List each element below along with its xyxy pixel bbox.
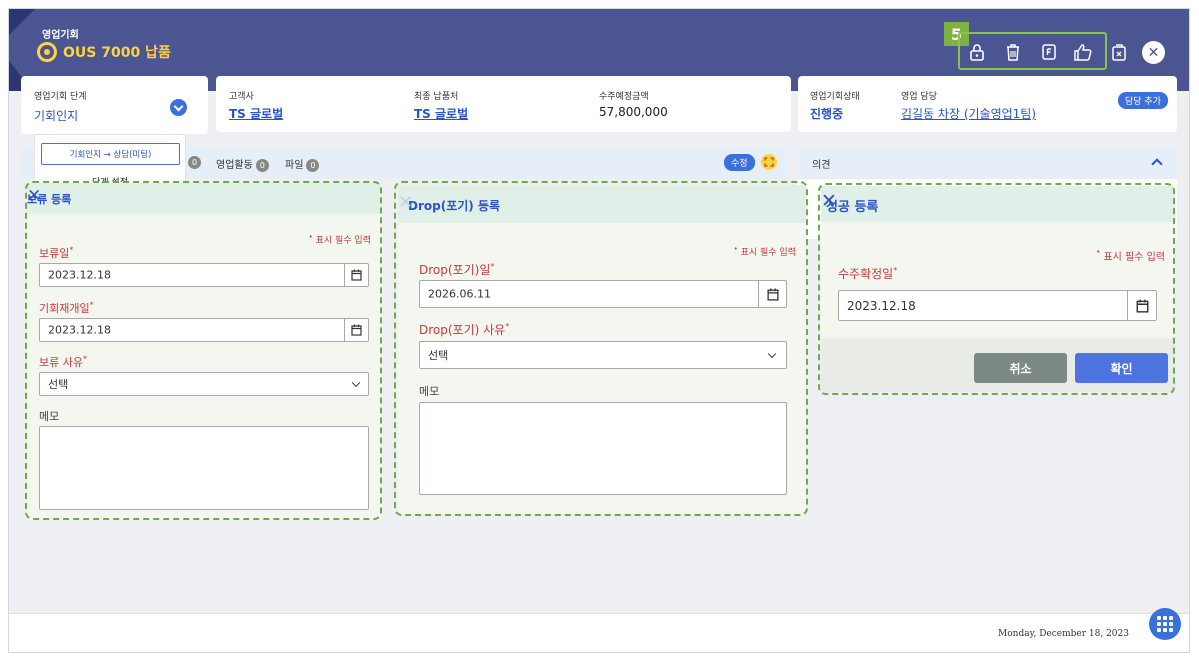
close-icon[interactable]: ✕ (1142, 41, 1165, 64)
hold-memo-textarea[interactable] (39, 426, 369, 510)
f-document-icon[interactable] (1039, 42, 1059, 62)
calendar-icon[interactable] (344, 264, 368, 286)
required-note: • 표시 필수 입력 (1096, 248, 1165, 263)
confirm-date-field[interactable]: 2023.12.18 (838, 290, 1157, 321)
tab-file[interactable]: 파일 0 (285, 156, 320, 172)
footer-bar: Monday, December 18, 2023 (9, 613, 1189, 652)
memo-label: 메모 (419, 385, 440, 398)
tab-activity-label: 영업활동 (216, 160, 253, 171)
calendar-icon[interactable] (344, 319, 368, 341)
page-title-group: OUS 7000 납품 (37, 42, 171, 62)
drop-date-field[interactable]: 2026.06.11 (419, 280, 787, 308)
expand-icon[interactable] (761, 154, 777, 170)
stage-label: 영업기회 단계 (34, 92, 87, 102)
hold-date-label: 보류일* (39, 245, 74, 260)
opinion-title: 의견 (812, 160, 831, 171)
owner-link[interactable]: 김길동 차장 (기술영업1팀) (901, 105, 1036, 122)
chevron-down-icon[interactable] (170, 99, 187, 116)
status-card: 영업기회상태 진행중 영업 담당 김길동 차장 (기술영업1팀) 담당 추가 (798, 76, 1177, 132)
reopen-date-value: 2023.12.18 (48, 323, 111, 337)
hold-reason-label: 보류 사유* (39, 354, 87, 369)
drop-form-header: Drop(포기) 등록 ✕ (398, 185, 806, 223)
add-owner-button[interactable]: 담당 추가 (1118, 92, 1168, 109)
reopen-date-field[interactable]: 2023.12.18 (39, 318, 369, 342)
status-label: 영업기회상태 (810, 92, 860, 102)
hold-date-field[interactable]: 2023.12.18 (39, 263, 369, 287)
page-title: OUS 7000 납품 (63, 45, 171, 61)
close-icon[interactable]: ✕ (821, 190, 1173, 212)
close-icon[interactable]: ✕ (398, 192, 800, 213)
final-customer-link[interactable]: TS 글로벌 (414, 105, 468, 122)
stage-card: 영업기회 단계 기회인지 (21, 76, 208, 134)
amount-label: 수주예정금액 (599, 92, 649, 102)
drop-reason-label: Drop(포기) 사유* (419, 322, 510, 337)
tab-count: 0 (188, 156, 201, 169)
hold-date-value: 2023.12.18 (48, 268, 111, 282)
chevron-down-icon (767, 349, 777, 359)
edit-button[interactable]: 수정 (724, 154, 755, 171)
customer-link[interactable]: TS 글로벌 (229, 105, 283, 122)
chevron-down-icon (351, 378, 361, 388)
tab-first-count-wrap[interactable]: 0 (185, 156, 201, 169)
close-icon[interactable]: ✕ (27, 186, 379, 206)
next-stage-button[interactable]: 기회인지 → 상담(미팅) (41, 143, 180, 165)
customer-label: 고객사 (229, 92, 254, 102)
drop-memo-textarea[interactable] (419, 402, 787, 495)
required-note: • 표시 필수 입력 (308, 233, 371, 246)
page-subtitle: 영업기회 (42, 30, 79, 41)
customer-card: 고객사 TS 글로벌 최종 납품처 TS 글로벌 수주예정금액 57,800,0… (216, 76, 791, 132)
calendar-icon[interactable] (758, 281, 786, 307)
cancel-button[interactable]: 취소 (974, 353, 1067, 383)
footer-date: Monday, December 18, 2023 (998, 629, 1129, 639)
stage-value: 기회인지 (34, 109, 79, 123)
opinion-bar: 의견 (798, 147, 1177, 179)
tab-count: 0 (255, 158, 269, 172)
chevron-up-icon[interactable] (1151, 158, 1163, 170)
header-decoration (9, 9, 35, 35)
amount-value: 57,800,000 (599, 105, 668, 119)
success-form-header: 성공 등록 ✕ (821, 186, 1175, 222)
confirm-date-label: 수주확정일* (838, 266, 898, 281)
drop-reason-select[interactable]: 선택 (419, 341, 787, 369)
reopen-date-label: 기회재개일* (39, 300, 94, 315)
lock-icon[interactable] (967, 42, 987, 62)
memo-label: 메모 (39, 410, 60, 423)
tab-activity[interactable]: 영업활동 0 (216, 156, 269, 172)
drop-form-panel: Drop(포기) 등록 ✕ • 표시 필수 입력 Drop(포기)일* 2026… (398, 185, 806, 514)
owner-label: 영업 담당 (901, 92, 937, 102)
required-note: • 표시 필수 입력 (733, 245, 796, 258)
app-menu-grid-icon[interactable] (1149, 608, 1181, 640)
hold-form-panel: 보류 등록 ✕ • 표시 필수 입력 보류일* 2023.12.18 기회재개일… (27, 183, 381, 520)
final-customer-label: 최종 납품처 (414, 92, 459, 102)
target-icon (37, 42, 57, 62)
hold-reason-select[interactable]: 선택 (39, 372, 369, 396)
drop-date-label: Drop(포기)일* (419, 262, 495, 277)
confirm-button[interactable]: 확인 (1075, 353, 1168, 383)
tab-file-label: 파일 (285, 160, 304, 171)
delete-doc-icon[interactable] (1109, 42, 1129, 62)
status-value: 진행중 (810, 107, 844, 121)
thumbs-up-icon[interactable] (1073, 42, 1093, 62)
trash-icon[interactable] (1003, 42, 1023, 62)
hold-form-header: 보류 등록 ✕ (27, 183, 381, 214)
drop-reason-value: 선택 (428, 349, 449, 362)
confirm-date-value: 2023.12.18 (847, 298, 916, 313)
drop-date-value: 2026.06.11 (428, 287, 491, 301)
calendar-icon[interactable] (1127, 291, 1156, 320)
hold-reason-value: 선택 (48, 378, 69, 391)
success-form-panel: 성공 등록 ✕ • 표시 필수 입력 수주확정일* 2023.12.18 취소 … (821, 186, 1175, 392)
tab-count: 0 (306, 158, 320, 172)
app-window: 영업기회 OUS 7000 납품 5 ✕ 영업기회 단계 기회인지 고객사 TS… (8, 8, 1190, 653)
